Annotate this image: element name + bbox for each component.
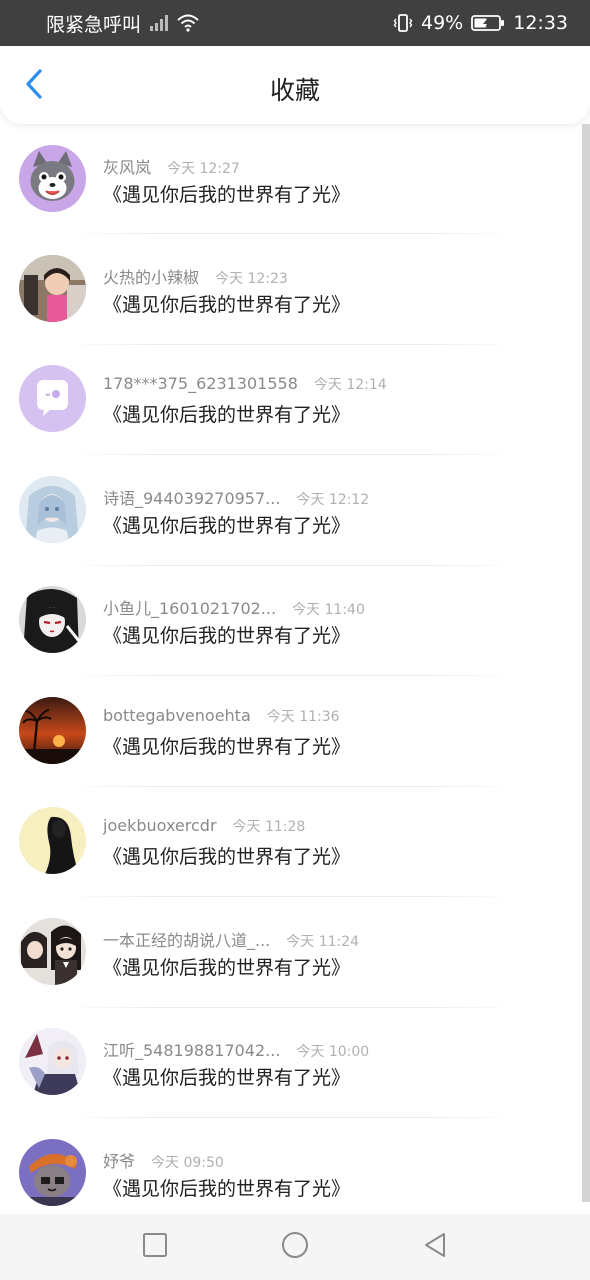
item-meta: 灰风岚 今天 12:27: [103, 154, 240, 178]
carrier-text: 限紧急呼叫: [46, 13, 142, 36]
favorite-title[interactable]: 《遇见你后我的世界有了光》: [103, 842, 350, 869]
user-name[interactable]: 江听_548198817042...: [103, 1037, 280, 1061]
header: 收藏: [0, 46, 590, 124]
item-meta: 178***375_6231301558 今天 12:14: [103, 374, 387, 394]
favorite-title[interactable]: 《遇见你后我的世界有了光》: [103, 511, 350, 538]
item-meta: 一本正经的胡说八道_... 今天 11:24: [103, 927, 359, 951]
avatar[interactable]: [19, 1028, 86, 1095]
avatar[interactable]: [19, 365, 86, 432]
status-bar-left: 限紧急呼叫: [46, 10, 199, 37]
favorites-list: 灰风岚 今天 12:27 《遇见你后我的世界有了光》 火热的小辣椒 今天 12:…: [0, 124, 590, 1214]
back-triangle-icon: [422, 1231, 448, 1263]
timestamp: 今天 09:50: [151, 1155, 224, 1171]
user-name[interactable]: 火热的小辣椒: [103, 264, 199, 288]
item-meta: 诗语_944039270957... 今天 12:12: [103, 485, 369, 509]
item-meta: joekbuoxercdr 今天 11:28: [103, 816, 305, 836]
item-meta: bottegabvenoehta 今天 11:36: [103, 706, 340, 726]
home-button[interactable]: [275, 1227, 315, 1267]
favorite-title[interactable]: 《遇见你后我的世界有了光》: [103, 290, 350, 317]
user-name[interactable]: 灰风岚: [103, 154, 151, 178]
avatar[interactable]: [19, 145, 86, 212]
page-title: 收藏: [269, 76, 320, 105]
wifi-icon: [177, 14, 199, 32]
list-item[interactable]: 诗语_944039270957... 今天 12:12 《遇见你后我的世界有了光…: [0, 455, 580, 565]
list-item[interactable]: 妤爷 今天 09:50 《遇见你后我的世界有了光》: [0, 1118, 580, 1214]
avatar[interactable]: [19, 807, 86, 874]
avatar[interactable]: [19, 918, 86, 985]
timestamp: 今天 11:28: [232, 819, 306, 835]
status-bar-right: 49% 12:33: [393, 12, 568, 34]
timestamp: 今天 11:24: [286, 934, 360, 950]
list-item[interactable]: 江听_548198817042... 今天 10:00 《遇见你后我的世界有了光…: [0, 1007, 580, 1117]
user-name[interactable]: bottegabvenoehta: [103, 706, 251, 725]
favorite-title[interactable]: 《遇见你后我的世界有了光》: [103, 1063, 350, 1090]
timestamp: 今天 12:12: [296, 492, 370, 508]
list-item[interactable]: 火热的小辣椒 今天 12:23 《遇见你后我的世界有了光》: [0, 234, 580, 344]
avatar[interactable]: [19, 697, 86, 764]
timestamp: 今天 12:14: [313, 377, 387, 393]
favorite-title[interactable]: 《遇见你后我的世界有了光》: [103, 953, 350, 980]
avatar[interactable]: [19, 476, 86, 543]
avatar[interactable]: [19, 255, 86, 322]
list-item[interactable]: bottegabvenoehta 今天 11:36 《遇见你后我的世界有了光》: [0, 676, 580, 786]
status-bar: 限紧急呼叫 49% 12:33: [0, 0, 590, 46]
favorite-title[interactable]: 《遇见你后我的世界有了光》: [103, 1174, 350, 1201]
favorite-title[interactable]: 《遇见你后我的世界有了光》: [103, 180, 350, 207]
list-item[interactable]: 灰风岚 今天 12:27 《遇见你后我的世界有了光》: [0, 124, 580, 234]
user-name[interactable]: 小鱼儿_1601021702...: [103, 595, 276, 619]
timestamp: 今天 12:27: [167, 161, 240, 177]
recent-apps-square-icon: [142, 1232, 168, 1262]
list-item[interactable]: 一本正经的胡说八道_... 今天 11:24 《遇见你后我的世界有了光》: [0, 897, 580, 1007]
list-item[interactable]: 178***375_6231301558 今天 12:14 《遇见你后我的世界有…: [0, 344, 580, 454]
timestamp: 今天 11:36: [266, 709, 340, 725]
timestamp: 今天 12:23: [215, 271, 288, 287]
clock: 12:33: [513, 12, 568, 34]
item-meta: 江听_548198817042... 今天 10:00: [103, 1037, 369, 1061]
avatar[interactable]: [19, 586, 86, 653]
timestamp: 今天 10:00: [296, 1044, 370, 1060]
timestamp: 今天 11:40: [292, 602, 365, 618]
item-meta: 小鱼儿_1601021702... 今天 11:40: [103, 595, 365, 619]
home-circle-icon: [280, 1230, 310, 1264]
item-meta: 妤爷 今天 09:50: [103, 1148, 224, 1172]
list-item[interactable]: joekbuoxercdr 今天 11:28 《遇见你后我的世界有了光》: [0, 786, 580, 896]
item-meta: 火热的小辣椒 今天 12:23: [103, 264, 288, 288]
list-item[interactable]: 小鱼儿_1601021702... 今天 11:40 《遇见你后我的世界有了光》: [0, 565, 580, 675]
favorite-title[interactable]: 《遇见你后我的世界有了光》: [103, 400, 350, 427]
avatar[interactable]: [19, 1139, 86, 1206]
battery-percent: 49%: [421, 12, 464, 34]
vibrate-icon: [393, 13, 413, 33]
scrollbar[interactable]: [582, 124, 590, 1202]
user-name[interactable]: 诗语_944039270957...: [103, 485, 280, 509]
battery-charging-icon: [471, 14, 505, 32]
user-name[interactable]: 一本正经的胡说八道_...: [103, 927, 270, 951]
back-nav-button[interactable]: [415, 1227, 455, 1267]
signal-icon: [149, 14, 169, 32]
favorite-title[interactable]: 《遇见你后我的世界有了光》: [103, 732, 350, 759]
user-name[interactable]: joekbuoxercdr: [103, 816, 217, 835]
user-name[interactable]: 妤爷: [103, 1148, 135, 1172]
system-nav-bar: [0, 1214, 590, 1280]
user-name[interactable]: 178***375_6231301558: [103, 374, 298, 393]
favorite-title[interactable]: 《遇见你后我的世界有了光》: [103, 621, 350, 648]
recent-apps-button[interactable]: [135, 1227, 175, 1267]
